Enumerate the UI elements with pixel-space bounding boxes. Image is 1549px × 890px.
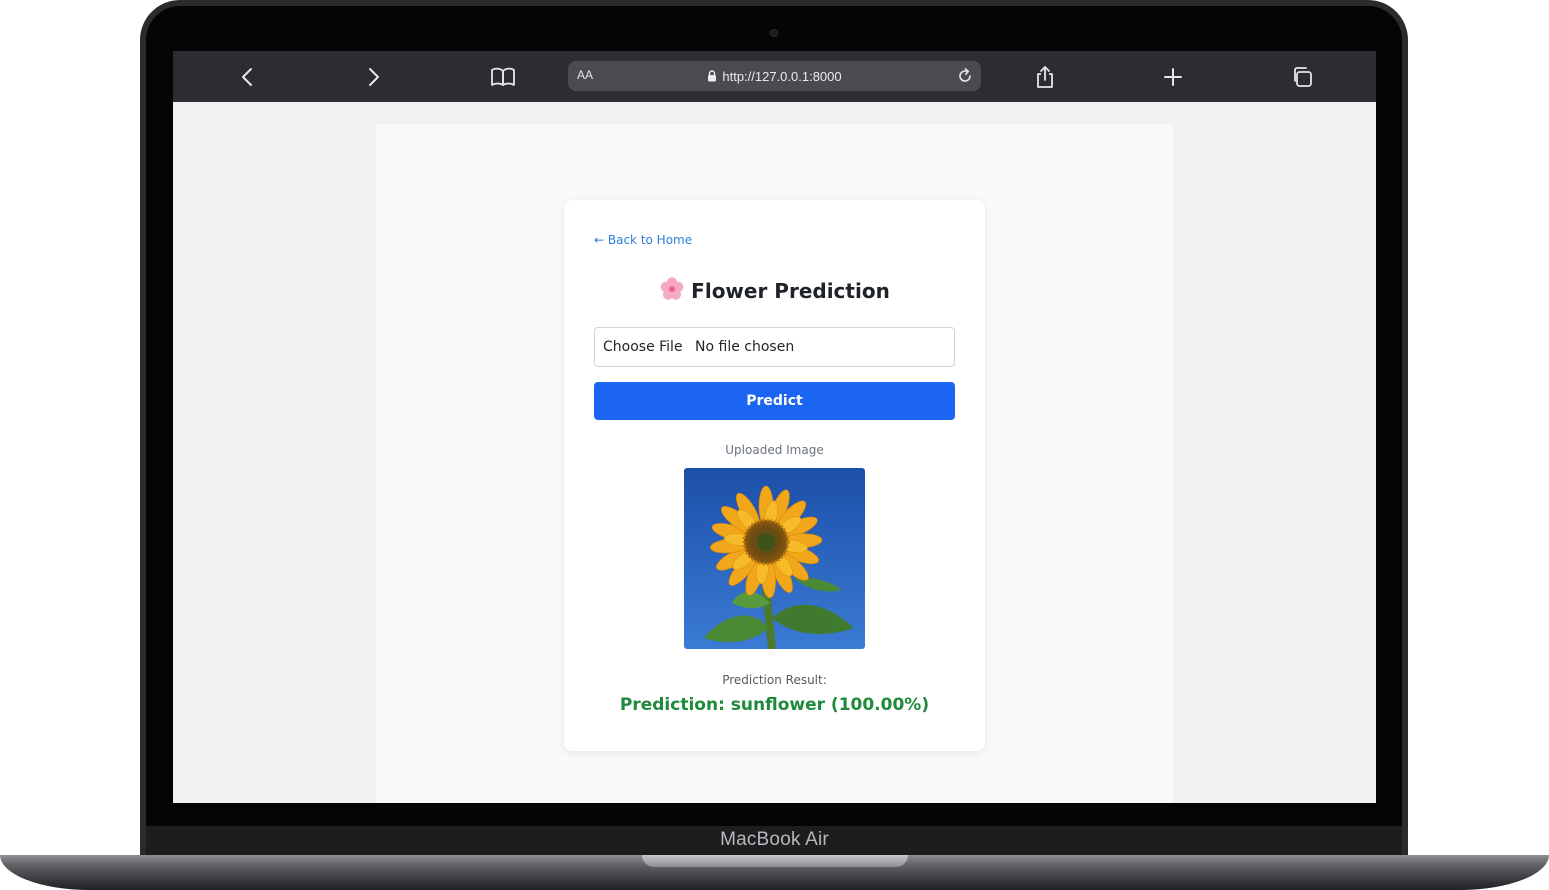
- device-label: MacBook Air: [720, 829, 829, 850]
- camera-icon: [770, 29, 778, 37]
- reload-icon[interactable]: [955, 66, 975, 86]
- uploaded-image-label: Uploaded Image: [725, 443, 824, 457]
- file-input[interactable]: Choose File No file chosen: [594, 327, 955, 367]
- url-text: http://127.0.0.1:8000: [722, 68, 842, 84]
- tabs-icon[interactable]: [1288, 63, 1316, 91]
- lock-icon: [707, 67, 717, 86]
- prediction-result-label: Prediction Result:: [722, 673, 827, 687]
- share-icon[interactable]: [1031, 63, 1059, 91]
- url-bar[interactable]: AA http://127.0.0.1:8000: [568, 61, 981, 91]
- bookmarks-icon[interactable]: [489, 63, 517, 91]
- predict-button[interactable]: Predict: [594, 382, 955, 420]
- browser-toolbar: AA http://127.0.0.1:8000: [173, 51, 1376, 102]
- choose-file-button[interactable]: Choose File: [603, 339, 683, 355]
- back-to-home-link[interactable]: ← Back to Home: [594, 233, 692, 247]
- new-tab-icon[interactable]: [1159, 63, 1187, 91]
- file-input-separator: [687, 339, 691, 355]
- file-status: No file chosen: [695, 339, 795, 355]
- uploaded-image: [684, 468, 865, 649]
- forward-icon[interactable]: [360, 63, 388, 91]
- url-display: http://127.0.0.1:8000: [568, 61, 981, 91]
- prediction-card: ← Back to Home Flower Prediction Choose …: [564, 200, 985, 751]
- prediction-result-text: Prediction: sunflower (100.00%): [619, 695, 930, 715]
- laptop-notch: [642, 855, 908, 867]
- page-title: Flower Prediction: [691, 279, 890, 303]
- flower-icon: [659, 276, 685, 306]
- back-icon[interactable]: [233, 63, 261, 91]
- page-title-row: Flower Prediction: [564, 276, 985, 306]
